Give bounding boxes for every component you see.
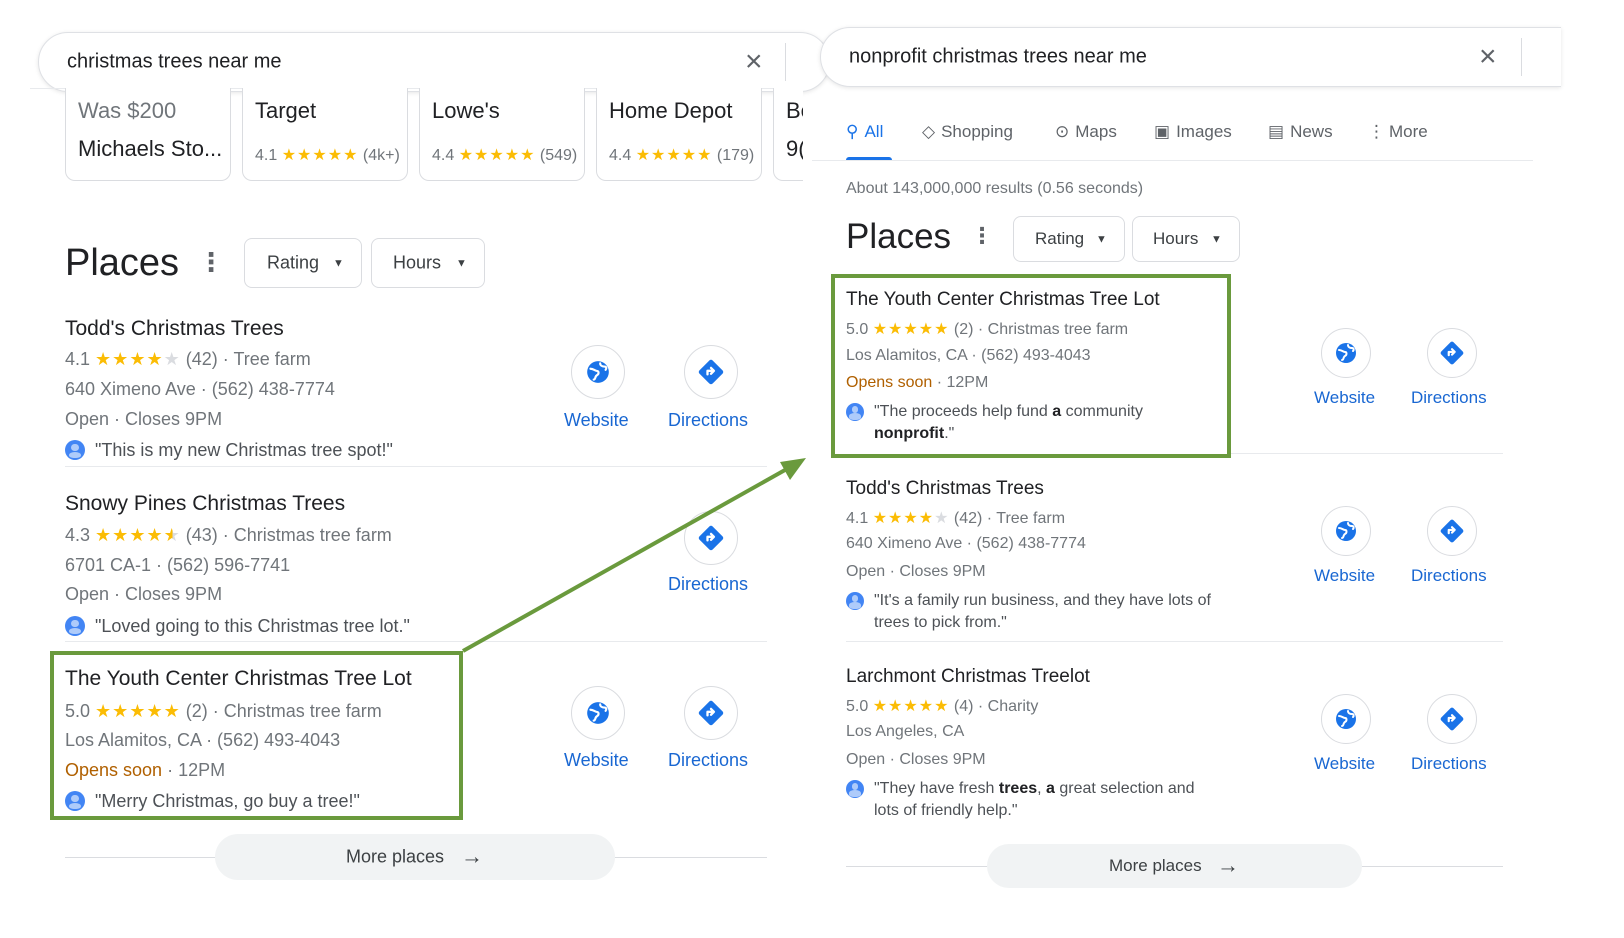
place-name[interactable]: Todd's Christmas Trees	[846, 478, 1044, 500]
website-link[interactable]: Website	[1314, 388, 1375, 408]
place-divider	[846, 641, 1503, 642]
search-query[interactable]: nonprofit christmas trees near me	[849, 46, 1147, 69]
place-hours: Open · Closes 9PM	[846, 751, 986, 768]
place-name[interactable]: Larchmont Christmas Treelot	[846, 666, 1090, 688]
place-review: "It's a family run business, and they ha…	[846, 590, 1266, 640]
website-icon[interactable]	[1321, 506, 1371, 556]
place-rating-line: 5.0 ★★★★★ (4) · Charity	[846, 698, 1039, 715]
directions-icon[interactable]	[1427, 694, 1477, 744]
place-rating-line: 4.1 ★★★★★ (42) · Tree farm	[846, 510, 1066, 527]
kebab-menu-icon[interactable]: ⋮	[971, 225, 993, 247]
tab-more[interactable]: ⋮ More	[1368, 122, 1428, 142]
directions-link[interactable]: Directions	[1411, 388, 1487, 408]
user-avatar-icon	[846, 592, 864, 610]
right-search-bar[interactable]: nonprofit christmas trees near me ×	[820, 27, 1561, 87]
arrow-right-icon: →	[1217, 852, 1239, 878]
directions-icon[interactable]	[1427, 506, 1477, 556]
website-link[interactable]: Website	[1314, 566, 1375, 586]
clear-icon[interactable]: ×	[1479, 42, 1497, 72]
place-hours: Open · Closes 9PM	[846, 563, 986, 580]
search-icon: ⚲	[846, 122, 859, 141]
place-review: "They have fresh trees, a great selectio…	[846, 778, 1266, 828]
caret-down-icon: ▼	[1096, 233, 1107, 246]
directions-link[interactable]: Directions	[1411, 754, 1487, 774]
tab-news[interactable]: ▤ News	[1268, 122, 1333, 142]
hours-filter-chip[interactable]: Hours ▼	[1132, 216, 1240, 262]
rating-filter-chip[interactable]: Rating ▼	[1013, 216, 1125, 262]
tabs-divider	[812, 160, 1533, 161]
tab-shopping[interactable]: ◇ Shopping	[922, 122, 1013, 142]
search-divider	[1521, 38, 1522, 76]
website-icon[interactable]	[1321, 694, 1371, 744]
star-icons: ★★★★★	[872, 698, 950, 715]
tab-all[interactable]: ⚲ All	[846, 122, 883, 142]
highlight-box	[831, 274, 1231, 458]
news-icon: ▤	[1268, 122, 1285, 141]
directions-link[interactable]: Directions	[1411, 566, 1487, 586]
caret-down-icon: ▼	[1211, 233, 1222, 246]
place-divider	[1231, 453, 1503, 454]
tab-images[interactable]: ▣ Images	[1154, 122, 1232, 142]
more-places-button[interactable]: More places →	[987, 844, 1362, 888]
star-icons: ★★★★★	[872, 510, 950, 527]
website-icon[interactable]	[1321, 328, 1371, 378]
website-link[interactable]: Website	[1314, 754, 1375, 774]
result-stats: About 143,000,000 results (0.56 seconds)	[846, 180, 1144, 197]
map-pin-icon: ⊙	[1055, 122, 1070, 141]
places-title: Places	[846, 217, 952, 256]
place-address: Los Angeles, CA	[846, 723, 965, 740]
image-icon: ▣	[1154, 122, 1171, 141]
tab-maps[interactable]: ⊙ Maps	[1055, 122, 1117, 142]
tag-icon: ◇	[922, 122, 936, 141]
place-address: 640 Ximeno Ave · (562) 438-7774	[846, 535, 1086, 552]
user-avatar-icon	[846, 780, 864, 798]
kebab-icon: ⋮	[1368, 122, 1385, 141]
directions-icon[interactable]	[1427, 328, 1477, 378]
